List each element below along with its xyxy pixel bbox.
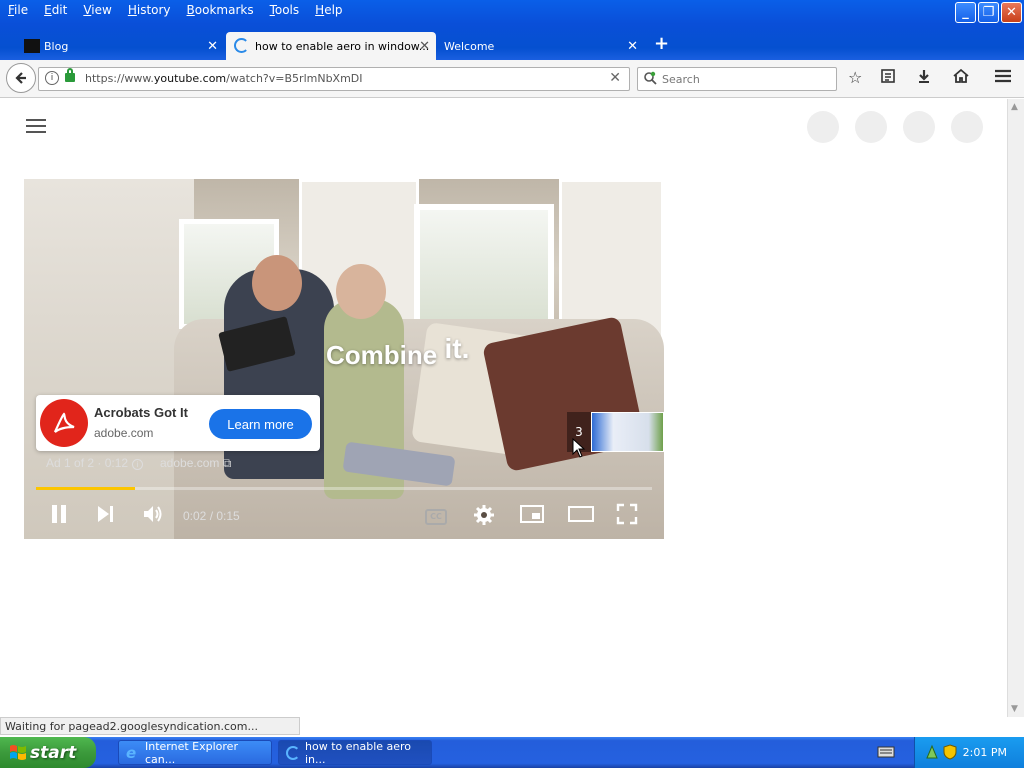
scroll-down-icon[interactable]: ▼ [1011, 704, 1018, 714]
tab-label: Welcome [444, 39, 495, 53]
taskbar-item-ie[interactable]: e Internet Explorer can... [118, 740, 272, 766]
taskbar: start e Internet Explorer can... how to … [0, 737, 1024, 768]
status-bar: Waiting for pagead2.googlesyndication.co… [0, 717, 300, 735]
system-tray: 2:01 PM [914, 737, 1024, 768]
tab-label: how to enable aero in window... [255, 39, 430, 53]
new-tab-icon[interactable]: + [654, 33, 669, 54]
menu-icon[interactable] [994, 68, 1012, 88]
clock: 2:01 PM [962, 746, 1007, 759]
pause-button[interactable] [50, 503, 68, 528]
security-shield-icon[interactable] [943, 744, 957, 763]
player-controls: 0:02 / 0:15 CC [24, 497, 664, 537]
menu-bar: File Edit View History Bookmarks Tools H… [0, 0, 351, 22]
bookmark-star-icon[interactable]: ☆ [848, 68, 862, 87]
window-controls: _ ❐ ✕ [955, 2, 1022, 23]
video-player[interactable]: Combine it. Acrobats Got It adobe.com Le… [24, 179, 664, 539]
close-tab-icon[interactable]: ✕ [419, 39, 430, 54]
settings-gear-icon[interactable] [472, 503, 496, 530]
blog-favicon-icon [24, 39, 40, 53]
back-button[interactable] [6, 63, 36, 93]
fullscreen-icon[interactable] [616, 503, 638, 528]
scroll-up-icon[interactable]: ▲ [1011, 102, 1018, 112]
tab-youtube[interactable]: how to enable aero in window... ✕ [226, 32, 436, 60]
header-placeholder [855, 111, 887, 143]
video-frame-scene [414, 204, 554, 334]
menu-file[interactable]: File [0, 0, 36, 22]
loading-spinner-icon [234, 38, 249, 53]
ad-info-icon[interactable]: i [132, 459, 144, 470]
search-placeholder: Search [662, 73, 700, 86]
miniplayer-icon[interactable] [520, 503, 544, 528]
learn-more-button[interactable]: Learn more [209, 409, 312, 439]
video-overlay-text: Combine it. [326, 333, 470, 370]
page-scrollbar[interactable]: ▲ ▼ [1007, 99, 1024, 717]
mouse-cursor-icon [572, 438, 586, 458]
home-icon[interactable] [952, 68, 970, 88]
start-label: start [30, 742, 77, 763]
internet-explorer-icon: e [126, 744, 137, 762]
theater-mode-icon[interactable] [568, 503, 594, 528]
close-tab-icon[interactable]: ✕ [207, 39, 218, 54]
ad-card[interactable]: Acrobats Got It adobe.com Learn more [36, 395, 320, 451]
navigation-toolbar: i https://www.youtube.com/watch?v=B5rlmN… [0, 60, 1024, 98]
lock-icon [65, 68, 75, 82]
close-window-button[interactable]: ✕ [1001, 2, 1022, 23]
minimize-button[interactable]: _ [955, 2, 976, 23]
firefox-icon [286, 746, 300, 760]
ad-preview-thumbnail[interactable] [591, 412, 664, 452]
site-info-icon[interactable]: i [45, 71, 59, 85]
page-content: Combine it. Acrobats Got It adobe.com Le… [0, 99, 1007, 717]
search-input[interactable]: Search [637, 67, 837, 91]
video-frame-scene [24, 179, 194, 539]
adobe-acrobat-logo-icon [40, 399, 88, 447]
ad-meta: Ad 1 of 2 · 0:12 i [46, 456, 147, 470]
address-bar[interactable]: i https://www.youtube.com/watch?v=B5rlmN… [38, 67, 630, 91]
close-tab-icon[interactable]: ✕ [627, 39, 638, 54]
ad-link[interactable]: adobe.com ⧉ [160, 456, 231, 471]
search-icon [643, 71, 657, 89]
url-text[interactable]: https://www.youtube.com/watch?v=B5rlmNbX… [85, 72, 363, 85]
start-button[interactable]: start [0, 737, 96, 768]
time-display: 0:02 / 0:15 [183, 509, 240, 523]
menu-bookmarks[interactable]: Bookmarks [179, 0, 262, 22]
tab-blog[interactable]: Blog ✕ [14, 32, 224, 60]
guide-menu-icon[interactable] [26, 119, 46, 133]
header-placeholder [951, 111, 983, 143]
header-placeholder [807, 111, 839, 143]
menu-history[interactable]: History [120, 0, 179, 22]
tab-strip: Blog ✕ how to enable aero in window... ✕… [0, 30, 1024, 60]
tab-label: Blog [44, 39, 69, 53]
taskbar-item-firefox[interactable]: how to enable aero in... [278, 740, 432, 766]
reading-list-icon[interactable] [880, 68, 896, 88]
back-arrow-icon [15, 72, 26, 84]
menu-view[interactable]: View [75, 0, 119, 22]
download-icon[interactable] [916, 68, 932, 88]
captions-button[interactable]: CC [425, 509, 447, 525]
ad-domain: adobe.com [94, 426, 154, 440]
menu-tools[interactable]: Tools [262, 0, 308, 22]
window-titlebar: File Edit View History Bookmarks Tools H… [0, 0, 1024, 60]
restore-button[interactable]: ❐ [978, 2, 999, 23]
ad-title: Acrobats Got It [94, 405, 188, 420]
tab-welcome[interactable]: Welcome ✕ [438, 32, 644, 60]
volume-button[interactable] [142, 503, 164, 528]
windows-flag-icon [10, 745, 26, 760]
keyboard-icon[interactable] [877, 745, 895, 762]
next-button[interactable] [96, 503, 116, 528]
menu-edit[interactable]: Edit [36, 0, 75, 22]
progress-fill [36, 487, 135, 490]
header-placeholder [903, 111, 935, 143]
network-icon[interactable] [925, 744, 939, 763]
menu-help[interactable]: Help [307, 0, 350, 22]
clear-url-icon[interactable]: ✕ [609, 70, 621, 86]
progress-bar[interactable] [36, 487, 652, 490]
